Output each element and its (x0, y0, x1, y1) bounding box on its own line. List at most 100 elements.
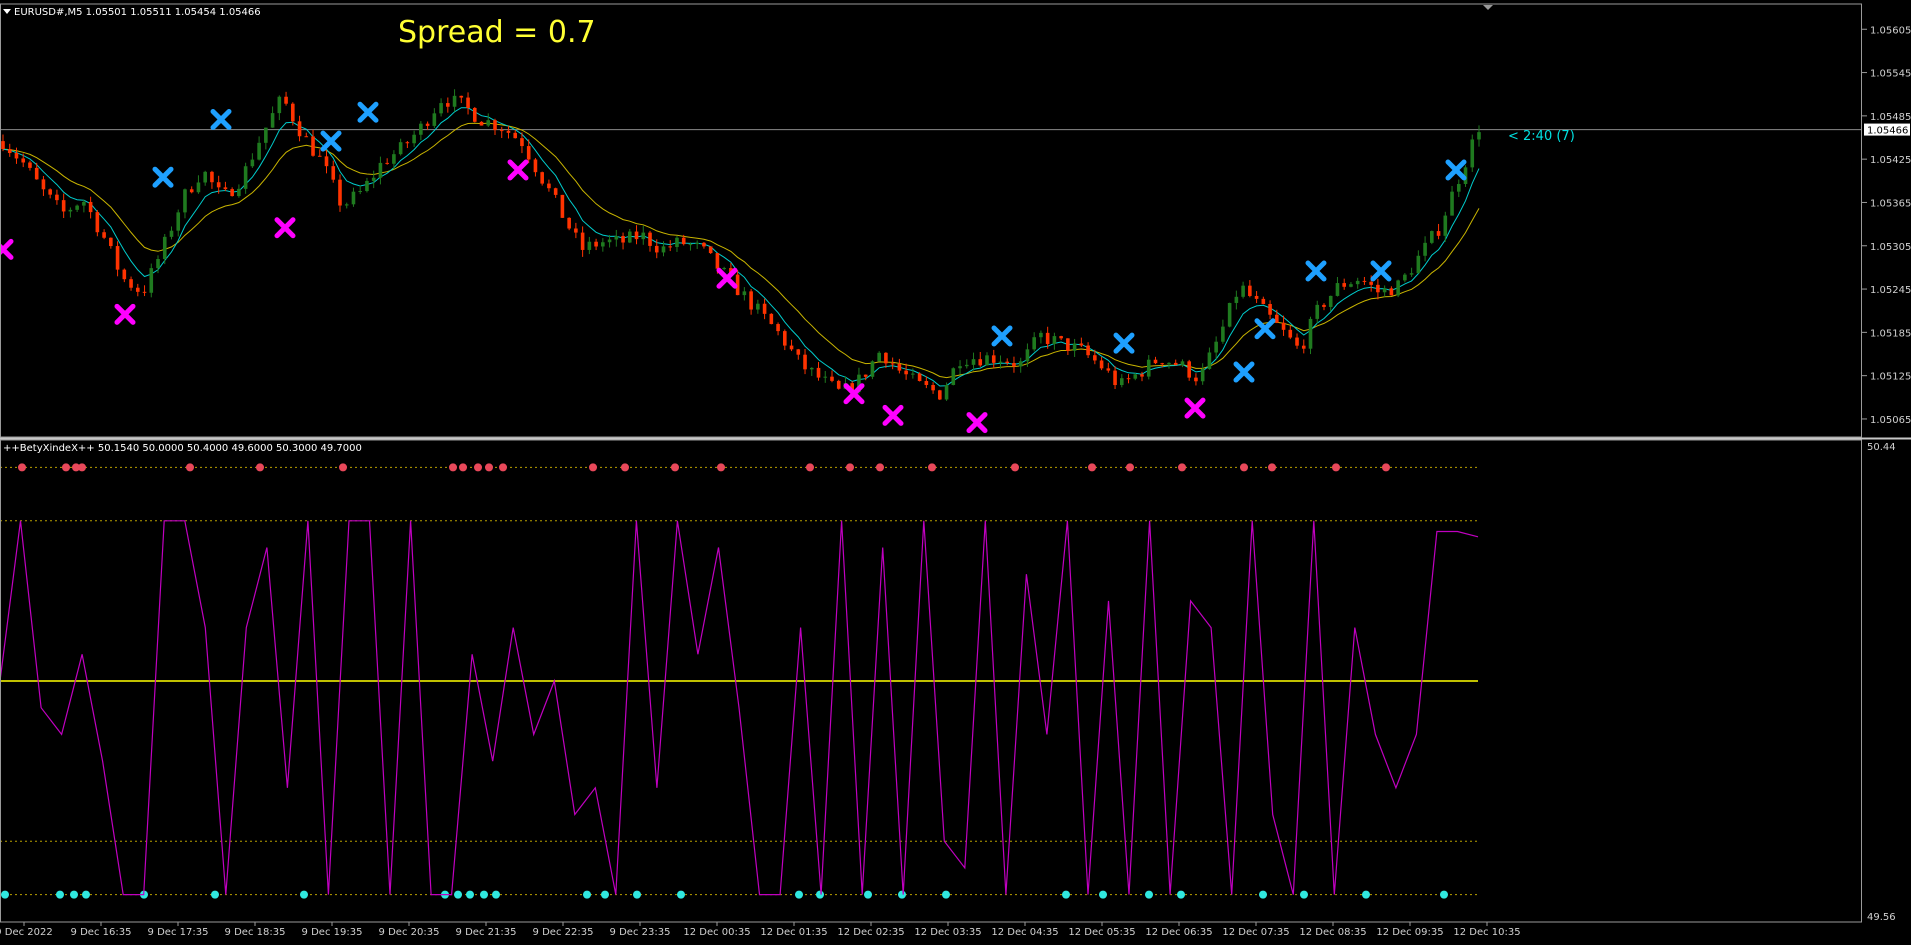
candle-body (1369, 281, 1373, 285)
candle-body (587, 241, 592, 250)
candle-body (365, 180, 369, 192)
candle-body (1430, 231, 1434, 243)
oscillator-top-dot (717, 463, 725, 472)
candle-body (358, 191, 363, 193)
candle-body (641, 232, 646, 240)
candle-body (304, 136, 309, 138)
oscillator-top-dot (1088, 463, 1096, 472)
candle-body (1227, 302, 1232, 327)
candle-body (1308, 318, 1313, 349)
oscillator-bottom-dot (795, 890, 803, 899)
candle-body (1254, 295, 1259, 299)
candle-body (284, 96, 288, 104)
oscillator-top-dot (186, 463, 194, 472)
sell-signal-cross (0, 238, 14, 260)
oscillator-tick-label: 49.56 (1867, 912, 1896, 923)
buy-signal-cross (1445, 159, 1467, 181)
oscillator-bottom-dot (1177, 890, 1185, 899)
time-tick-label: 12 Dec 07:35 (1222, 927, 1289, 938)
scroll-shift-marker-icon[interactable] (1483, 5, 1493, 10)
oscillator-top-dot (78, 463, 86, 472)
candle-body (28, 162, 32, 168)
chart-menu-triangle-icon[interactable] (3, 9, 11, 14)
candle-body (917, 373, 922, 382)
candle-body (1328, 295, 1333, 307)
buy-signal-cross (1305, 260, 1327, 282)
oscillator-bottom-dot (864, 890, 872, 899)
candle-body (904, 370, 908, 375)
candle-body (1275, 314, 1279, 323)
oscillator-bottom-dot (466, 890, 474, 899)
oscillator-bottom-dot (56, 890, 64, 899)
sell-signal-cross (507, 159, 529, 181)
candle-body (257, 142, 261, 160)
oscillator-top-dot (449, 463, 457, 472)
candle-body (446, 103, 450, 107)
time-tick-label: 12 Dec 00:35 (683, 927, 750, 938)
candle-body (135, 287, 140, 292)
candle-body (432, 113, 437, 126)
oscillator-top-dot (1332, 463, 1340, 472)
candle-body (486, 120, 491, 126)
candle-body (1133, 374, 1138, 379)
candle-body (1450, 191, 1454, 216)
candle-body (14, 153, 19, 159)
price-tick-label: 1.05065 (1870, 415, 1911, 426)
oscillator-top-dot (339, 463, 347, 472)
candle-body (1355, 280, 1360, 285)
price-tick-label: 1.05185 (1870, 328, 1911, 339)
candle-body (196, 182, 201, 193)
candle-body (991, 355, 996, 363)
time-tick-label: 9 Dec 19:35 (302, 927, 363, 938)
candle-body (553, 188, 558, 195)
time-tick-label: 9 Dec 21:35 (456, 927, 517, 938)
oscillator-top-dot (459, 463, 467, 472)
candle-body (1443, 215, 1448, 236)
buy-signal-cross (1233, 361, 1255, 383)
buy-signal-cross (320, 130, 342, 152)
oscillator-top-dot (256, 463, 264, 472)
candle-body (176, 212, 181, 231)
oscillator-bottom-dot (601, 890, 609, 899)
candle-body (1052, 336, 1057, 345)
candle-body (1396, 280, 1400, 296)
candle-body (1018, 361, 1023, 367)
candle-body (1281, 322, 1286, 330)
oscillator-top-dot (928, 463, 936, 472)
candle-body (762, 303, 767, 314)
candle-body (344, 204, 349, 206)
candle-body (1140, 374, 1144, 377)
candle-body (803, 354, 807, 370)
sell-signal-cross (716, 267, 738, 289)
candle-body (1261, 298, 1266, 304)
candle-body (695, 242, 699, 245)
trading-chart[interactable]: 1.05605 1.05545 1.05485 1.05425 1.05365 1.053… (0, 0, 1911, 941)
candle-body (897, 363, 902, 371)
oscillator-bottom-dot (492, 890, 500, 899)
candle-body (61, 200, 66, 212)
candle-body (75, 205, 79, 210)
oscillator-bottom-dot (816, 890, 824, 899)
candle-body (1066, 338, 1070, 351)
oscillator-bottom-dot (1362, 890, 1370, 899)
candle-body (722, 268, 726, 270)
candle-body (1362, 280, 1367, 282)
candle-body (1295, 337, 1299, 346)
candle-body (634, 231, 639, 240)
oscillator-bottom-dot (1, 890, 9, 899)
candle-body (830, 376, 834, 381)
candle-body (169, 230, 174, 237)
candle-body (1389, 288, 1394, 296)
chart-canvas[interactable]: 1.05605 1.05545 1.05485 1.05425 1.05365 1.053… (0, 0, 1911, 941)
candle-body (1187, 361, 1191, 378)
candle-body (1167, 362, 1171, 364)
candle-body (317, 155, 322, 157)
candle-body (189, 189, 194, 193)
buy-signal-cross (1370, 260, 1392, 282)
candle-body (654, 245, 659, 253)
candle-body (668, 246, 673, 248)
candle-body (971, 359, 976, 365)
candle-body (944, 384, 949, 400)
oscillator-bottom-dot (454, 890, 462, 899)
oscillator-top-dot (1240, 463, 1248, 472)
